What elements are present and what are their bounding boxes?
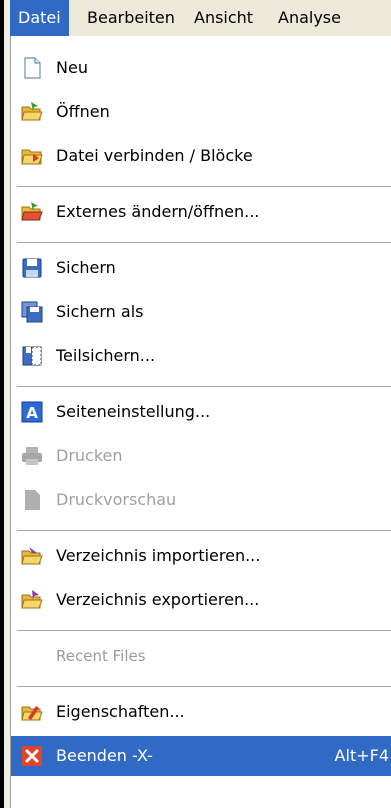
- menu-item-druckvorschau: Druckvorschau: [11, 480, 391, 520]
- menu-item-datei-verbinden[interactable]: Datei verbinden / Blöcke: [11, 136, 391, 176]
- menu-item-label: Datei verbinden / Blöcke: [56, 146, 253, 165]
- external-edit-icon: [21, 202, 43, 221]
- menu-item-seiteneinstellung[interactable]: A Seiteneinstellung...: [11, 392, 391, 432]
- menu-item-label: Neu: [56, 58, 88, 77]
- menubar-item-ansicht[interactable]: Ansicht: [186, 0, 261, 36]
- import-folder-icon: [21, 547, 43, 565]
- menu-separator: [17, 686, 391, 687]
- properties-icon: [21, 706, 43, 721]
- save-as-icon: [21, 301, 43, 323]
- menu-item-verzeichnis-exportieren[interactable]: Verzeichnis exportieren...: [11, 580, 391, 620]
- menu-item-sichern-als[interactable]: Sichern als: [11, 292, 391, 332]
- menubar-item-analyse[interactable]: Analyse: [270, 0, 349, 36]
- print-preview-icon: [25, 490, 40, 510]
- menu-item-label: Verzeichnis exportieren...: [56, 590, 260, 609]
- open-folder-icon: [21, 102, 43, 121]
- menu-item-drucken: Drucken: [11, 436, 391, 476]
- partial-save-icon: [22, 346, 42, 366]
- menu-item-recent-files: Recent Files: [11, 636, 391, 676]
- menu-item-oeffnen[interactable]: Öffnen: [11, 92, 391, 132]
- menu-item-label: Externes ändern/öffnen...: [56, 202, 260, 221]
- menu-item-verzeichnis-importieren[interactable]: Verzeichnis importieren...: [11, 536, 391, 576]
- menubar-item-datei[interactable]: Datei: [10, 0, 69, 36]
- print-icon: [22, 447, 42, 465]
- svg-text:A: A: [26, 404, 38, 422]
- menu-item-label: Seiteneinstellung...: [56, 402, 211, 421]
- menu-item-label: Eigenschaften...: [56, 702, 185, 721]
- menu-separator: [17, 242, 391, 243]
- menu-item-sichern[interactable]: Sichern: [11, 248, 391, 288]
- menubar-item-bearbeiten[interactable]: Bearbeiten: [79, 0, 183, 36]
- menu-item-label: Teilsichern...: [56, 346, 156, 365]
- menu-item-eigenschaften[interactable]: Eigenschaften...: [11, 692, 391, 732]
- menu-item-label: Druckvorschau: [56, 490, 177, 509]
- new-document-icon: [24, 57, 41, 79]
- menu-item-externes[interactable]: Externes ändern/öffnen...: [11, 192, 391, 232]
- menu-item-teilsichern[interactable]: Teilsichern...: [11, 336, 391, 376]
- menu-item-label: Verzeichnis importieren...: [56, 546, 261, 565]
- menu-item-label: Sichern als: [56, 302, 144, 321]
- save-disk-icon: [22, 258, 42, 278]
- menubar: Datei Bearbeiten Ansicht Analyse: [10, 0, 391, 36]
- menu-item-label: Sichern: [56, 258, 116, 277]
- menu-item-label: Drucken: [56, 446, 123, 465]
- page-setup-icon: A: [21, 401, 43, 423]
- export-folder-icon: [21, 590, 43, 609]
- menu-separator: [17, 386, 391, 387]
- menu-separator: [17, 186, 391, 187]
- merge-folder-icon: [21, 149, 43, 165]
- menu-separator: [17, 530, 391, 531]
- menu-item-label: Beenden -X-: [56, 746, 153, 765]
- menu-separator: [17, 630, 391, 631]
- menu-item-shortcut: Alt+F4: [334, 746, 389, 765]
- menu-item-neu[interactable]: Neu: [11, 48, 391, 88]
- file-menu-dropdown: Neu Öffnen Datei verbinden / Blöcke Exte…: [10, 36, 391, 808]
- exit-icon: [22, 746, 42, 766]
- menu-item-beenden[interactable]: Beenden -X- Alt+F4: [11, 736, 391, 776]
- menu-item-label: Öffnen: [56, 102, 110, 121]
- menu-item-label: Recent Files: [56, 647, 146, 665]
